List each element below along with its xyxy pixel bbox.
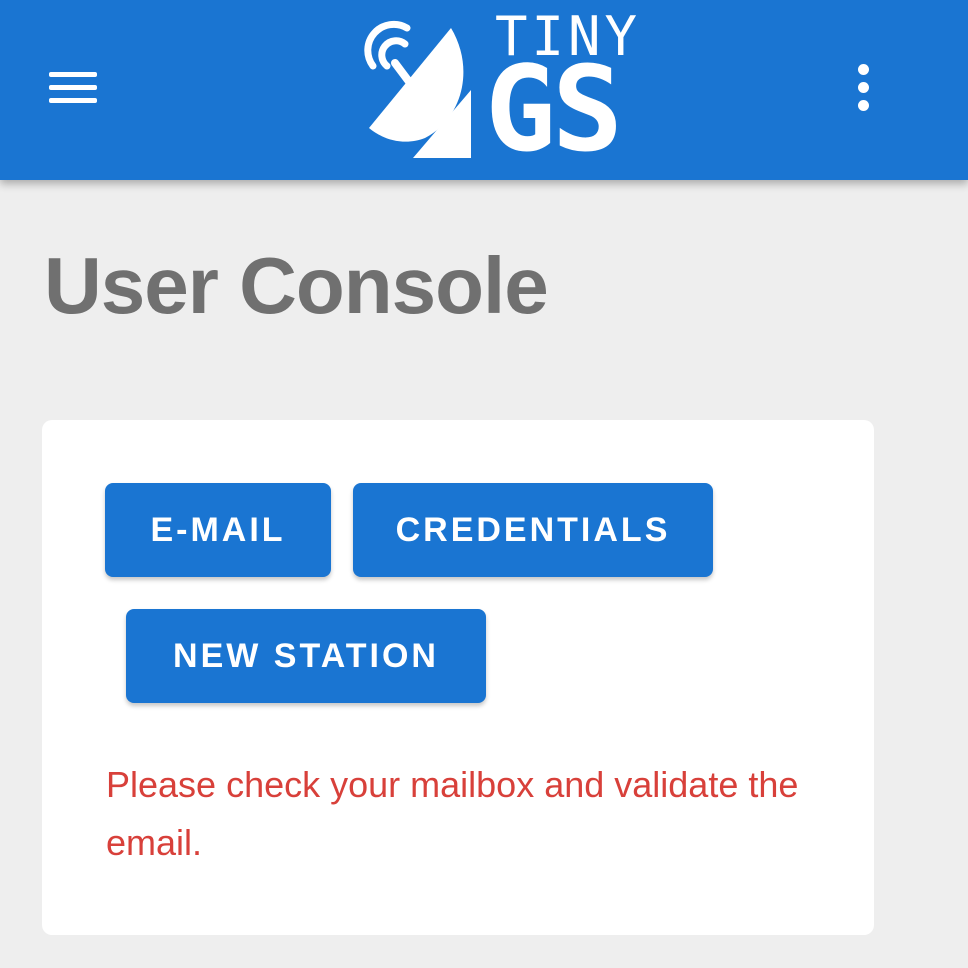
console-card: E-MAIL CREDENTIALS NEW STATION Please ch… xyxy=(42,420,874,935)
page-title: User Console xyxy=(44,241,549,330)
email-button[interactable]: E-MAIL xyxy=(105,483,331,577)
satellite-dish-icon xyxy=(364,20,471,158)
app-bar: TINY GS xyxy=(0,0,968,180)
credentials-button[interactable]: CREDENTIALS xyxy=(353,483,713,577)
new-station-button[interactable]: NEW STATION xyxy=(126,609,486,703)
logo-gs-text: GS xyxy=(485,40,623,178)
tinygs-logo[interactable]: TINY GS xyxy=(355,8,675,168)
email-validation-notice: Please check your mailbox and validate t… xyxy=(106,764,799,863)
hamburger-menu-icon[interactable] xyxy=(38,52,108,122)
more-vertical-icon[interactable] xyxy=(838,52,888,122)
